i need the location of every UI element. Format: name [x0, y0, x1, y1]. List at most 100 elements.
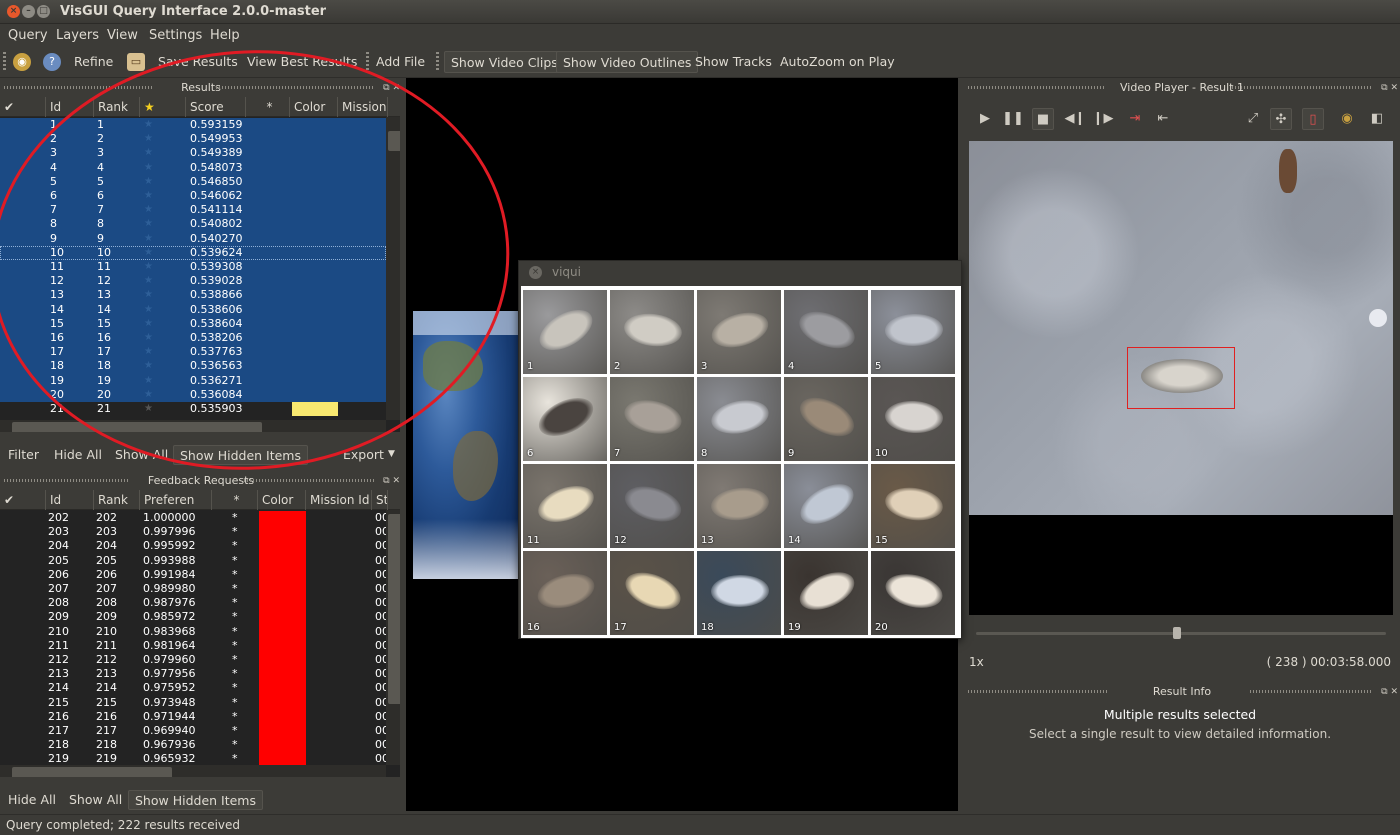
fb-row-color-swatch[interactable] — [259, 653, 306, 668]
table-row[interactable]: 11 11 ★ 0.539308 — [0, 260, 386, 275]
header-rank[interactable]: Rank — [94, 97, 140, 117]
fb-row-color-swatch[interactable] — [259, 525, 306, 541]
result-thumbnail[interactable]: 2 — [610, 290, 694, 374]
table-row[interactable]: 210 210 0.983968 * 00 — [0, 624, 389, 640]
star-icon[interactable]: ★ — [144, 388, 153, 402]
header-mission[interactable]: Mission — [338, 97, 388, 117]
table-row[interactable]: 204 204 0.995992 * 00 — [0, 539, 389, 555]
step-forward-icon[interactable]: ❙▶ — [1092, 108, 1114, 130]
header-id[interactable]: Id — [46, 97, 94, 117]
feedback-hide-all-button[interactable]: Hide All — [8, 790, 56, 810]
results-vscroll[interactable] — [386, 117, 400, 420]
fb-row-color-swatch[interactable] — [259, 695, 306, 711]
result-thumbnail[interactable]: 17 — [610, 551, 694, 635]
result-thumbnail[interactable]: 9 — [784, 377, 868, 461]
export-dropdown-icon[interactable]: ▼ — [388, 445, 395, 465]
table-row[interactable]: 7 7 ★ 0.541114 — [0, 203, 386, 218]
table-row[interactable]: 12 12 ★ 0.539028 — [0, 274, 386, 289]
result-thumbnail[interactable]: 14 — [784, 464, 868, 548]
table-row[interactable]: 16 16 ★ 0.538206 — [0, 331, 386, 346]
filter-button[interactable]: Filter — [8, 445, 39, 465]
fb-row-color-swatch[interactable] — [259, 567, 306, 583]
star-icon[interactable]: ★ — [144, 203, 153, 217]
feedback-show-hidden-button[interactable]: Show Hidden Items — [128, 790, 263, 810]
header-check[interactable]: ✔ — [0, 97, 46, 117]
video-frame[interactable] — [969, 141, 1393, 515]
result-info-float-close-icon[interactable]: ⧉ ✕ — [1381, 685, 1398, 700]
feedback-vscroll[interactable] — [386, 510, 400, 765]
feedback-dock-float-close-icon[interactable]: ⧉ ✕ — [383, 474, 400, 489]
table-row[interactable]: 8 8 ★ 0.540802 — [0, 217, 386, 232]
results-show-all-button[interactable]: Show All — [115, 445, 168, 465]
export-button[interactable]: Export — [343, 445, 384, 465]
zoom-extent-icon[interactable]: ✣ — [1270, 108, 1292, 130]
show-video-clips-button[interactable]: Show Video Clips — [444, 51, 565, 73]
results-hide-all-button[interactable]: Hide All — [54, 445, 102, 465]
star-icon[interactable]: ★ — [144, 303, 153, 317]
table-row[interactable]: 203 203 0.997996 * 00 — [0, 525, 389, 541]
star-icon[interactable]: ★ — [144, 331, 153, 345]
table-row[interactable]: 17 17 ★ 0.537763 — [0, 345, 386, 360]
result-thumbnail[interactable]: 19 — [784, 551, 868, 635]
toolbar-grip[interactable] — [3, 52, 6, 72]
header-score[interactable]: Score — [186, 97, 246, 117]
table-row[interactable]: 15 15 ★ 0.538604 — [0, 316, 386, 331]
fb-header-check[interactable]: ✔ — [0, 490, 46, 510]
menu-help[interactable]: Help — [210, 28, 240, 43]
result-thumbnail[interactable]: 12 — [610, 464, 694, 548]
result-thumbnail[interactable]: 15 — [871, 464, 955, 548]
show-tracks-button[interactable]: Show Tracks — [695, 51, 772, 73]
header-asterisk[interactable]: * — [246, 97, 290, 117]
result-thumbnail[interactable]: 8 — [697, 377, 781, 461]
table-row[interactable]: 214 214 0.975952 * 00 — [0, 681, 389, 697]
fb-row-color-swatch[interactable] — [259, 681, 306, 697]
header-color[interactable]: Color — [290, 97, 338, 117]
star-icon[interactable]: ★ — [144, 146, 153, 160]
fb-row-color-swatch[interactable] — [259, 667, 306, 683]
fb-row-color-swatch[interactable] — [259, 624, 306, 640]
mark-start-icon[interactable]: ⇥ — [1124, 108, 1146, 130]
fb-row-color-swatch[interactable] — [259, 553, 306, 569]
save-results-button[interactable]: Save Results — [158, 51, 238, 73]
step-back-icon[interactable]: ◀❙ — [1064, 108, 1086, 130]
stop-icon[interactable]: ■ — [1032, 108, 1054, 130]
pause-icon[interactable]: ❚❚ — [1002, 108, 1024, 130]
timeline-handle[interactable] — [1172, 627, 1181, 639]
play-icon[interactable]: ▶ — [974, 108, 996, 130]
star-icon[interactable]: ★ — [144, 402, 153, 416]
globe-query-icon[interactable]: ◉ — [13, 53, 31, 71]
window-close-icon[interactable]: × — [7, 5, 20, 18]
header-star[interactable]: ★ — [140, 97, 186, 117]
star-icon[interactable]: ★ — [144, 288, 153, 302]
toolbar-grip-3[interactable] — [436, 52, 439, 72]
feedback-table[interactable]: ✔ Id Rank Preferen * Color Mission Id St… — [0, 490, 400, 777]
table-row[interactable]: 14 14 ★ 0.538606 — [0, 302, 386, 317]
refine-button[interactable]: Refine — [74, 51, 113, 73]
fb-header-status[interactable]: St — [372, 490, 388, 510]
star-icon[interactable]: ★ — [144, 132, 153, 146]
fb-row-color-swatch[interactable] — [259, 724, 306, 739]
table-row[interactable]: 208 208 0.987976 * 00 — [0, 596, 389, 612]
table-row[interactable]: 19 19 ★ 0.536271 — [0, 373, 386, 388]
result-thumbnail[interactable]: 16 — [523, 551, 607, 635]
fb-header-rank[interactable]: Rank — [94, 490, 140, 510]
fb-header-asterisk[interactable]: * — [212, 490, 258, 510]
export-frame-icon[interactable]: ◧ — [1366, 108, 1388, 130]
result-thumbnail[interactable]: 13 — [697, 464, 781, 548]
results-hscroll[interactable] — [0, 420, 386, 432]
table-row[interactable]: 10 10 ★ 0.539624 — [0, 245, 386, 260]
table-row[interactable]: 206 206 0.991984 * 00 — [0, 567, 389, 583]
menu-query[interactable]: Query — [8, 28, 48, 43]
dock-float-close-icon[interactable]: ⧉ ✕ — [383, 81, 400, 96]
result-thumbnail[interactable]: 11 — [523, 464, 607, 548]
fb-header-mission-id[interactable]: Mission Id — [306, 490, 372, 510]
star-icon[interactable]: ★ — [144, 345, 153, 359]
fb-row-color-swatch[interactable] — [259, 582, 306, 597]
star-icon[interactable]: ★ — [144, 232, 153, 246]
table-row[interactable]: 1 1 ★ 0.593159 — [0, 118, 386, 133]
zoom-fit-icon[interactable]: ⤢ — [1242, 108, 1264, 130]
menu-layers[interactable]: Layers — [56, 28, 99, 43]
star-icon[interactable]: ★ — [144, 317, 153, 331]
star-icon[interactable]: ★ — [144, 217, 153, 231]
result-thumbnail[interactable]: 10 — [871, 377, 955, 461]
